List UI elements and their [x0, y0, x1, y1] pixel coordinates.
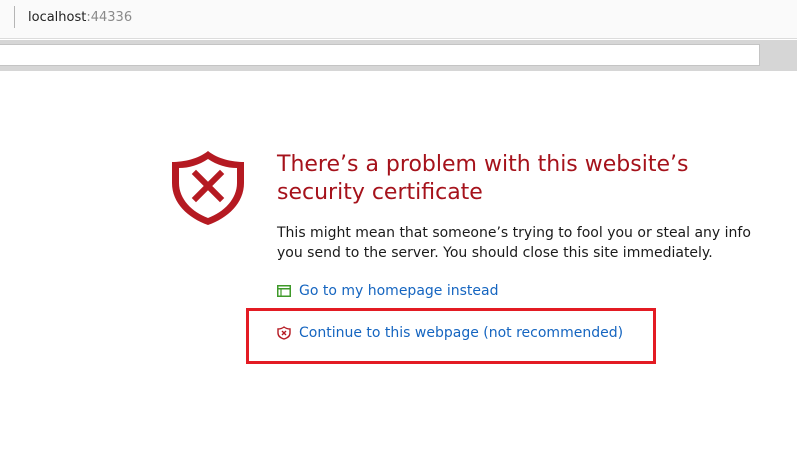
continue-link-label: Continue to this webpage (not recommende…	[299, 325, 624, 341]
toolbar-field	[0, 44, 760, 66]
url-host: localhost	[28, 10, 87, 25]
address-bar[interactable]: localhost:44336	[0, 0, 797, 39]
homepage-link-label: Go to my homepage instead	[299, 283, 499, 299]
error-description: This might mean that someone’s trying to…	[277, 225, 751, 261]
small-shield-x-icon	[277, 326, 299, 340]
toolbar-strip	[0, 40, 797, 71]
error-title: There’s a problem with this website’s se…	[277, 152, 689, 205]
url-port: :44336	[86, 10, 133, 25]
homepage-link[interactable]: Go to my homepage instead	[277, 283, 498, 299]
url-text[interactable]: localhost:44336	[28, 10, 132, 25]
shield-x-icon	[168, 147, 248, 231]
browser-window-icon	[277, 285, 299, 297]
continue-link[interactable]: Continue to this webpage (not recommende…	[277, 325, 623, 341]
address-bar-divider	[14, 6, 15, 28]
